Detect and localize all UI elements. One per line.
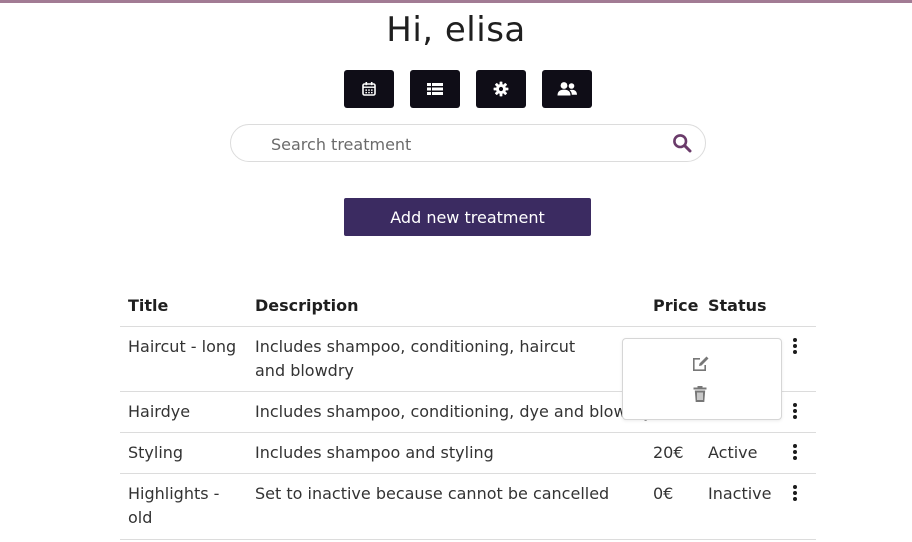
page-title: Hi, elisa [386, 10, 526, 50]
calendar-icon [362, 82, 376, 96]
settings-button[interactable] [476, 70, 526, 108]
header-price: Price [653, 296, 699, 315]
users-icon [557, 82, 577, 96]
calendar-button[interactable] [344, 70, 394, 108]
header-title: Title [128, 296, 169, 315]
row-menu-icon[interactable] [790, 444, 800, 462]
header-description: Description [255, 296, 359, 315]
row-menu-icon[interactable] [790, 485, 800, 503]
list-icon [427, 83, 443, 95]
cell-title: Hairdye [128, 402, 191, 421]
table-row: Styling Includes shampoo and styling 20€… [120, 432, 816, 474]
row-menu-icon[interactable] [790, 403, 800, 421]
cell-status: Active [708, 443, 758, 462]
cell-title: Styling [128, 443, 184, 462]
cell-description: Set to inactive because cannot be cancel… [255, 484, 610, 503]
search-input[interactable] [269, 129, 663, 159]
cell-description: Includes shampoo and styling [255, 443, 494, 462]
header-status: Status [708, 296, 767, 315]
cell-description: Includes shampoo, conditioning, haircut … [255, 337, 576, 380]
cell-title: Highlights - old [128, 484, 220, 527]
table-row: Highlights - old Set to inactive because… [120, 473, 816, 540]
list-button[interactable] [410, 70, 460, 108]
top-accent-line [0, 0, 912, 3]
edit-icon[interactable] [691, 354, 711, 376]
add-treatment-button[interactable]: Add new treatment [344, 198, 591, 236]
trash-icon[interactable] [691, 385, 709, 407]
cell-title: Haircut - long [128, 337, 237, 356]
search-bar [230, 124, 706, 162]
cell-status: Inactive [708, 484, 772, 503]
row-actions-menu [622, 338, 782, 420]
users-button[interactable] [542, 70, 592, 108]
cell-price: 20€ [653, 443, 684, 462]
cell-price: 0€ [653, 484, 674, 503]
cell-description: Includes shampoo, conditioning, dye and … [255, 402, 653, 421]
row-menu-icon[interactable] [790, 338, 800, 356]
search-icon[interactable] [672, 133, 692, 157]
gear-icon [493, 81, 509, 97]
